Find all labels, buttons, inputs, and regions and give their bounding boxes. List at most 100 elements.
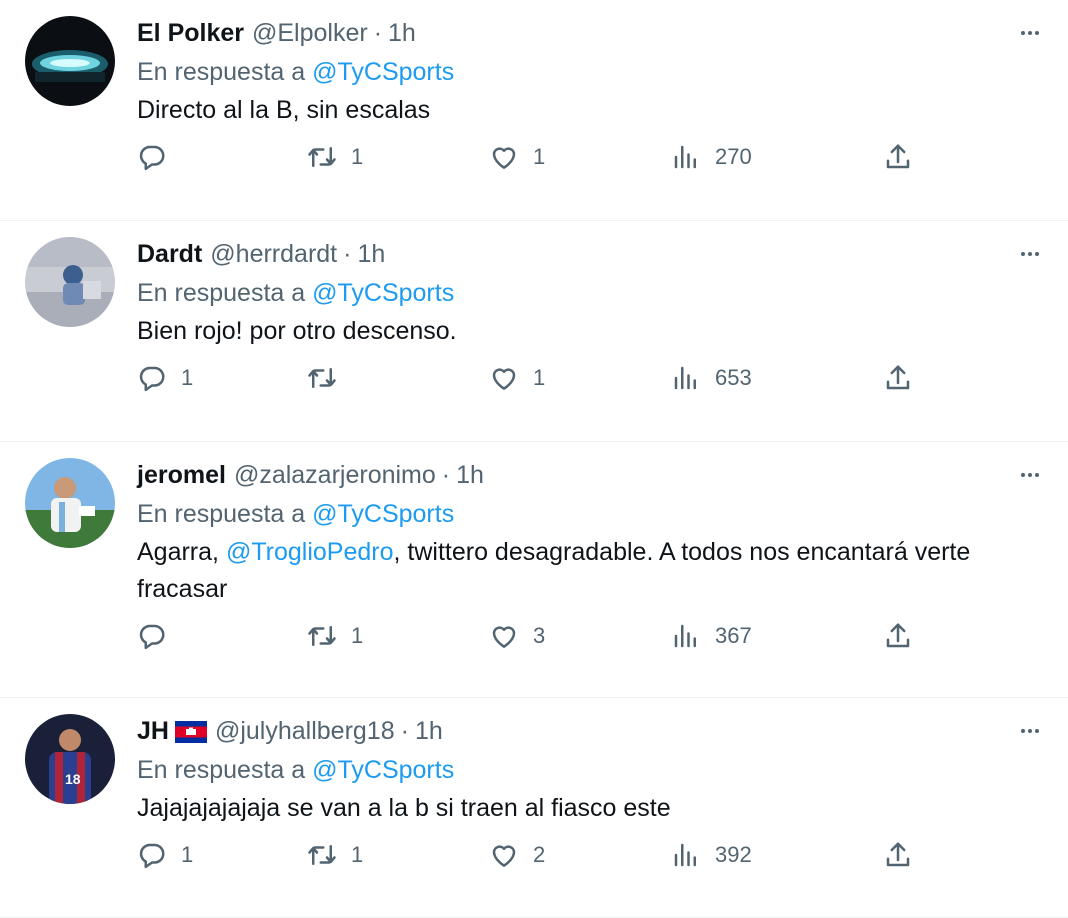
reply-icon: [137, 363, 167, 393]
mention-link[interactable]: @TroglioPedro: [226, 538, 394, 566]
separator-dot: ·: [373, 18, 383, 47]
views-button[interactable]: 653: [671, 363, 883, 393]
cambodia-flag-icon: [174, 721, 207, 743]
reply-to-link[interactable]: @TyCSports: [312, 279, 454, 307]
timestamp[interactable]: 1h: [456, 461, 484, 490]
like-count: 1: [533, 144, 546, 169]
reply-to-link[interactable]: @TyCSports: [312, 756, 454, 784]
retweet-button[interactable]: 1: [307, 142, 489, 172]
like-count: 2: [533, 842, 546, 867]
share-icon: [883, 621, 913, 651]
author-name[interactable]: El Polker: [137, 19, 244, 48]
tweet-text-part: Agarra,: [137, 538, 226, 566]
like-icon: [489, 363, 519, 393]
tweet-header: jeromel @zalazarjeronimo · 1h: [137, 456, 1048, 494]
tweet-header: El Polker @Elpolker · 1h: [137, 14, 1048, 52]
like-icon: [489, 840, 519, 870]
views-button[interactable]: 392: [671, 840, 883, 870]
reply-button[interactable]: 1: [137, 840, 307, 870]
reply-icon: [137, 142, 167, 172]
views-button[interactable]: 270: [671, 142, 883, 172]
retweet-icon: [307, 142, 337, 172]
views-icon: [671, 142, 701, 172]
views-button[interactable]: 367: [671, 621, 883, 651]
like-icon: [489, 142, 519, 172]
more-icon[interactable]: [1012, 716, 1048, 746]
share-icon: [883, 363, 913, 393]
reply-icon: [137, 621, 167, 651]
avatar[interactable]: [25, 237, 115, 327]
retweet-button[interactable]: 1: [307, 840, 489, 870]
avatar[interactable]: [25, 16, 115, 106]
tweet-actions: 1 1 270: [137, 137, 1048, 177]
timestamp[interactable]: 1h: [388, 19, 416, 48]
tweet[interactable]: 18 JH @julyhallberg18 · 1h En respuesta …: [0, 698, 1068, 918]
like-button[interactable]: 1: [489, 142, 671, 172]
timestamp[interactable]: 1h: [415, 717, 443, 746]
more-icon[interactable]: [1012, 460, 1048, 490]
reply-count: 1: [181, 842, 194, 867]
like-button[interactable]: 1: [489, 363, 671, 393]
share-button[interactable]: [883, 621, 913, 651]
avatar[interactable]: 18: [25, 714, 115, 804]
views-count: 270: [715, 144, 752, 169]
avatar-image: 18: [25, 714, 115, 804]
like-icon: [489, 621, 519, 651]
avatar-image: [25, 16, 115, 106]
more-icon[interactable]: [1012, 18, 1048, 48]
reply-icon: [137, 840, 167, 870]
reply-context: En respuesta a @TyCSports: [137, 273, 1048, 313]
tweet[interactable]: Dardt @herrdardt · 1h En respuesta a @Ty…: [0, 221, 1068, 442]
share-button[interactable]: [883, 840, 913, 870]
views-icon: [671, 363, 701, 393]
reply-prefix: En respuesta a: [137, 279, 306, 307]
tweet[interactable]: El Polker @Elpolker · 1h En respuesta a …: [0, 0, 1068, 221]
timestamp[interactable]: 1h: [357, 240, 385, 269]
retweet-count: 1: [351, 842, 364, 867]
author-handle[interactable]: @julyhallberg18: [215, 717, 395, 746]
reply-prefix: En respuesta a: [137, 500, 306, 528]
retweet-count: 1: [351, 623, 364, 648]
author-name[interactable]: JH: [137, 717, 169, 746]
tweet-header: Dardt @herrdardt · 1h: [137, 235, 1048, 273]
author-handle[interactable]: @zalazarjeronimo: [234, 461, 436, 490]
reply-button[interactable]: [137, 142, 307, 172]
retweet-icon: [307, 621, 337, 651]
retweet-icon: [307, 363, 337, 393]
reply-button[interactable]: [137, 621, 307, 651]
separator-dot: ·: [343, 239, 352, 268]
views-count: 653: [715, 365, 752, 390]
share-icon: [883, 840, 913, 870]
author-name[interactable]: jeromel: [137, 461, 226, 490]
tweet-text: Jajajajajajaja se van a la b si traen al…: [137, 794, 671, 822]
like-button[interactable]: 3: [489, 621, 671, 651]
retweet-button[interactable]: 1: [307, 621, 489, 651]
reply-prefix: En respuesta a: [137, 58, 306, 86]
tweet-text: Agarra, @TroglioPedro, twittero desagrad…: [137, 534, 1048, 608]
author-handle[interactable]: @Elpolker: [252, 19, 368, 48]
author-name[interactable]: Dardt: [137, 240, 202, 269]
more-icon[interactable]: [1012, 239, 1048, 269]
views-count: 367: [715, 623, 752, 648]
views-icon: [671, 840, 701, 870]
reply-count: 1: [181, 365, 194, 390]
reply-to-link[interactable]: @TyCSports: [312, 500, 454, 528]
avatar[interactable]: [25, 458, 115, 548]
share-button[interactable]: [883, 363, 913, 393]
tweet[interactable]: jeromel @zalazarjeronimo · 1h En respues…: [0, 442, 1068, 698]
separator-dot: ·: [441, 460, 451, 489]
tweet-actions: 1 1 653: [137, 358, 1048, 398]
reply-feed: El Polker @Elpolker · 1h En respuesta a …: [0, 0, 1068, 918]
svg-text:18: 18: [65, 771, 81, 787]
views-count: 392: [715, 842, 752, 867]
like-button[interactable]: 2: [489, 840, 671, 870]
share-button[interactable]: [883, 142, 913, 172]
reply-button[interactable]: 1: [137, 363, 307, 393]
retweet-count: 1: [351, 144, 364, 169]
reply-to-link[interactable]: @TyCSports: [312, 58, 454, 86]
author-handle[interactable]: @herrdardt: [210, 240, 337, 269]
tweet-actions: 1 1 2 392: [137, 835, 1048, 875]
tweet-header: JH @julyhallberg18 · 1h: [137, 712, 1048, 750]
retweet-button[interactable]: [307, 363, 489, 393]
tweet-actions: 1 3 367: [137, 616, 1048, 656]
